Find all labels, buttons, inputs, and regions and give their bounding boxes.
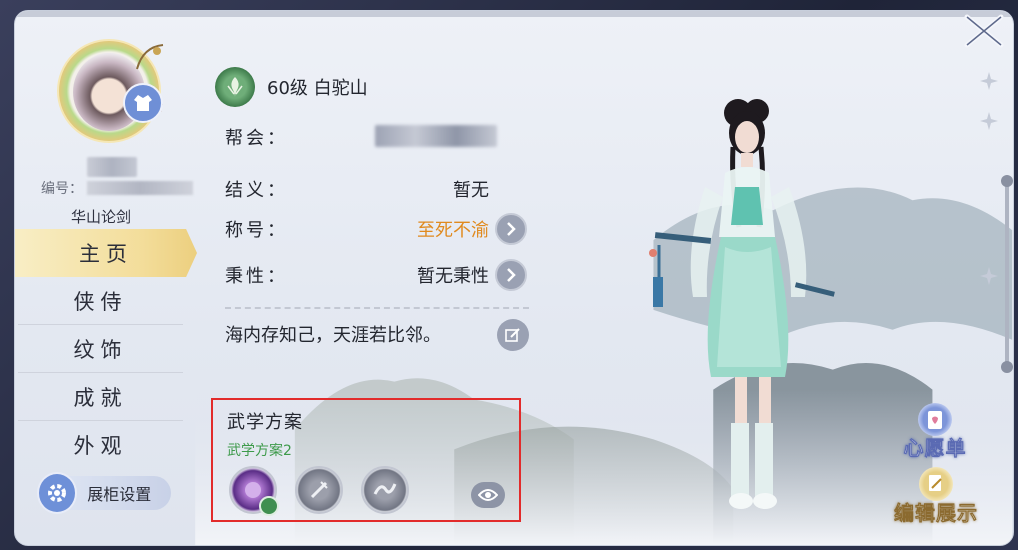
martial-plan-panel[interactable]: 武学方案 武学方案2 <box>211 398 521 522</box>
spark-icon <box>980 112 998 130</box>
nav-item-achievement[interactable]: 成就 <box>18 373 183 421</box>
edit-showcase-label: 编辑展示 <box>894 501 978 526</box>
chevron-right-icon <box>507 268 516 282</box>
group-name: 华山论剑 <box>71 208 132 226</box>
sect-icon <box>215 67 255 107</box>
nav-label: 侠侍 <box>73 289 128 314</box>
level-sect-text: 60级 白驼山 <box>267 78 368 99</box>
character-model[interactable] <box>635 77 845 517</box>
outfit-button[interactable] <box>123 83 163 123</box>
zoom-slider-knob-top[interactable] <box>1001 175 1013 187</box>
skill-sword-icon <box>310 481 328 499</box>
skill-slot-3[interactable] <box>361 466 409 514</box>
info-section: 60级 白驼山 帮会： 结义： 暂无 称号： 至死不渝 秉性： 暂无秉性 海内存… <box>211 67 533 351</box>
motto-text: 海内存知己，天涯若比邻。 <box>225 325 441 346</box>
showcase-settings-button[interactable]: 展柜设置 <box>37 472 171 514</box>
edit-motto-button[interactable] <box>497 319 529 351</box>
level-row: 60级 白驼山 <box>215 67 533 107</box>
settings-label: 展柜设置 <box>67 476 171 510</box>
chevron-right-icon <box>507 222 516 236</box>
skill-slot-2[interactable] <box>295 466 343 514</box>
zoom-slider-knob-bottom[interactable] <box>1001 361 1013 373</box>
edit-showcase-icon <box>919 467 953 501</box>
nav-label: 外观 <box>73 434 128 458</box>
nav-item-pattern[interactable]: 纹饰 <box>18 325 183 373</box>
nav-item-attendant[interactable]: 侠侍 <box>18 277 183 325</box>
sect-badge-icon <box>259 496 279 516</box>
skill-slot-1[interactable] <box>229 466 279 516</box>
spark-icon <box>980 72 998 90</box>
title-arrow-button[interactable] <box>495 213 527 245</box>
title-row: 称号： 至死不渝 <box>225 213 529 245</box>
title-label: 称号： <box>225 220 288 241</box>
close-icon[interactable] <box>961 11 1007 51</box>
sworn-label: 结义： <box>225 180 288 201</box>
eye-icon <box>478 489 498 501</box>
left-sidebar: 新 编号： 华山论剑 主页 侠侍 纹饰 成就 外观 <box>15 11 205 545</box>
wishlist-label: 心愿单 <box>903 436 967 461</box>
nav-item-home[interactable]: 主页 <box>15 229 197 277</box>
nav-label: 纹饰 <box>73 337 128 362</box>
player-name-blurred <box>87 157 137 177</box>
guild-row: 帮会： <box>225 121 529 153</box>
guild-label: 帮会： <box>225 128 288 149</box>
skill-icons <box>229 466 409 516</box>
wishlist-button[interactable]: 心愿单 <box>895 403 975 461</box>
zoom-slider[interactable] <box>1005 181 1009 369</box>
martial-plan-current: 武学方案2 <box>227 443 292 459</box>
edit-showcase-button[interactable]: 编辑展示 <box>881 467 991 527</box>
trait-row: 秉性： 暂无秉性 <box>225 259 529 291</box>
nav-label: 成就 <box>73 385 128 410</box>
profile-panel: 新 编号： 华山论剑 主页 侠侍 纹饰 成就 外观 <box>14 10 1014 546</box>
martial-plan-title: 武学方案 <box>227 412 303 433</box>
shirt-icon <box>134 95 152 111</box>
skill-wave-icon <box>373 483 397 495</box>
trait-label: 秉性： <box>225 266 288 287</box>
nav-menu: 主页 侠侍 纹饰 成就 外观 <box>15 229 200 469</box>
gear-icon <box>37 472 78 514</box>
sworn-value: 暂无 <box>453 180 489 201</box>
sworn-row: 结义： 暂无 <box>225 173 529 205</box>
player-id-row: 编号： <box>41 178 193 198</box>
nav-item-appearance[interactable]: 外观 <box>18 421 183 469</box>
spark-icon <box>980 267 998 285</box>
avatar-ornament-icon <box>136 44 164 70</box>
guild-name-blurred <box>375 125 497 147</box>
nav-label: 主页 <box>79 242 133 266</box>
id-label: 编号： <box>41 181 83 197</box>
view-plan-button[interactable] <box>471 482 505 508</box>
divider <box>225 307 529 309</box>
trait-arrow-button[interactable] <box>495 259 527 291</box>
player-id-blurred <box>87 181 193 195</box>
pencil-icon <box>505 328 520 342</box>
